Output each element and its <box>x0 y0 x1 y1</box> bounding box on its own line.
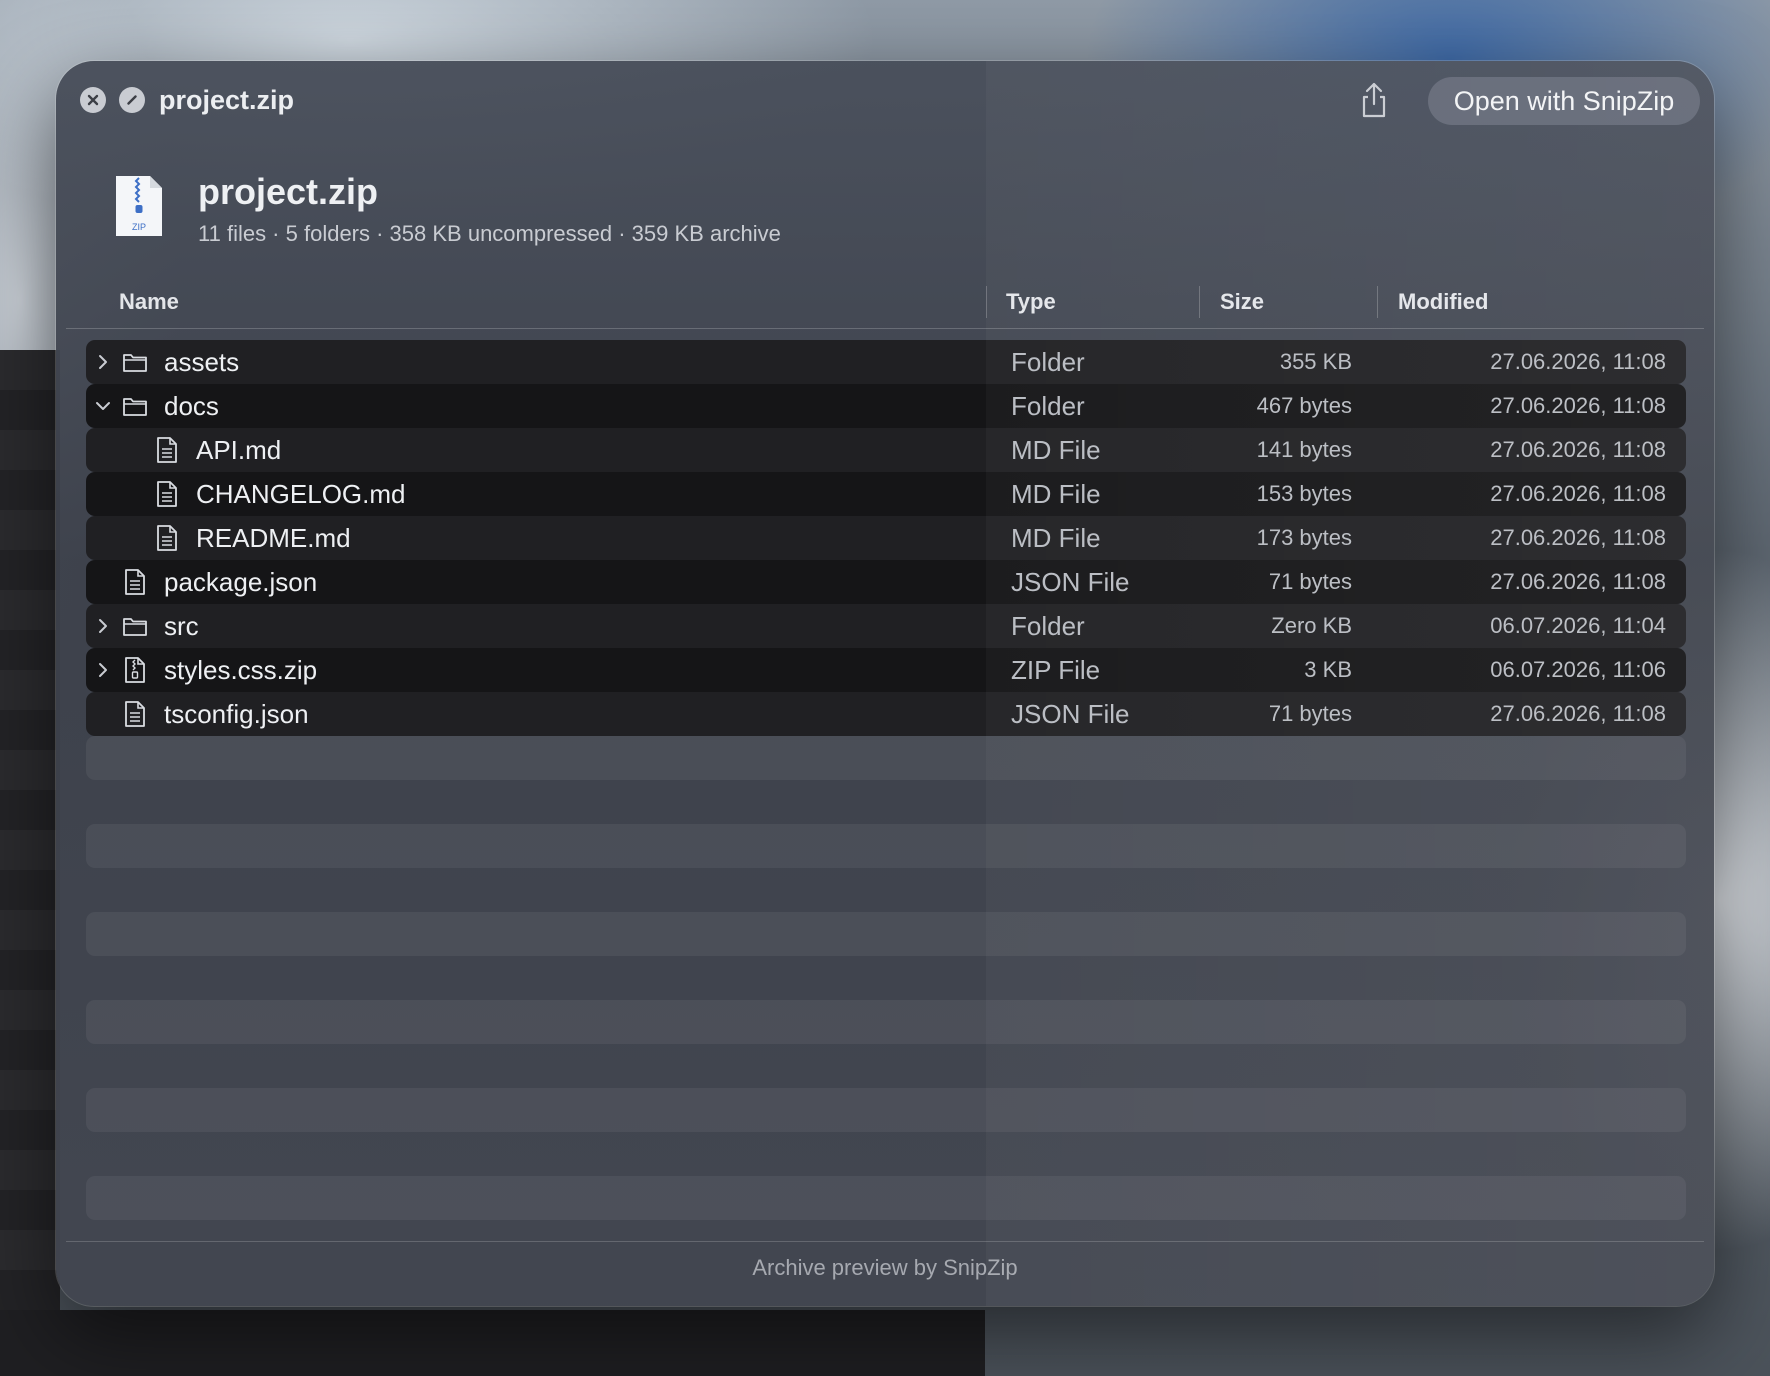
file-modified: 06.07.2026, 11:04 <box>1490 613 1666 638</box>
file-type: MD File <box>1011 523 1101 553</box>
file-size: 173 bytes <box>1256 525 1352 550</box>
close-icon <box>87 94 99 106</box>
footer-divider <box>66 1241 1704 1242</box>
file-name: tsconfig.json <box>164 699 309 729</box>
file-type: JSON File <box>1011 699 1130 729</box>
file-row[interactable]: README.md MD File 173 bytes 27.06.2026, 11:… <box>86 516 1686 560</box>
file-list: assets Folder 355 KB 27.06.2026, 11:08 docs F… <box>86 340 1686 1220</box>
column-separator <box>1377 286 1378 318</box>
file-size: 467 bytes <box>1256 393 1352 418</box>
file-modified: 27.06.2026, 11:08 <box>1490 525 1666 550</box>
file-modified: 27.06.2026, 11:08 <box>1490 437 1666 462</box>
file-row[interactable]: API.md MD File 141 bytes 27.06.2026, 11:08 <box>86 428 1686 472</box>
footer-credit: Archive preview by SnipZip <box>752 1255 1018 1280</box>
column-header-size[interactable]: Size <box>1220 286 1264 318</box>
file-type: MD File <box>1011 479 1101 509</box>
column-separator <box>1199 286 1200 318</box>
background-app-panel <box>0 1310 985 1376</box>
header-divider <box>66 328 1704 329</box>
quicklook-window: project.zip Open with SnipZip ZIP projec… <box>56 61 1714 1306</box>
zip-archive-icon: ZIP <box>116 176 162 236</box>
empty-row <box>86 1132 1686 1176</box>
chevron-right-icon[interactable] <box>94 353 112 371</box>
file-modified: 06.07.2026, 11:06 <box>1490 657 1666 682</box>
file-type: Folder <box>1011 391 1085 421</box>
document-icon <box>122 700 148 728</box>
file-size: 355 KB <box>1279 349 1352 374</box>
document-icon <box>154 524 180 552</box>
file-type: Folder <box>1011 347 1085 377</box>
archive-summary: 11 files · 5 folders · 358 KB uncompress… <box>198 221 781 246</box>
file-row[interactable]: styles.css.zip ZIP File 3 KB 06.07.2026, 11… <box>86 648 1686 692</box>
zip-file-icon <box>122 656 148 684</box>
file-modified: 27.06.2026, 11:08 <box>1490 569 1666 594</box>
file-size: Zero KB <box>1271 613 1352 638</box>
file-name: assets <box>164 347 240 377</box>
empty-row <box>86 1088 1686 1132</box>
file-name: docs <box>164 391 219 421</box>
document-icon <box>154 480 180 508</box>
file-name: API.md <box>196 435 282 465</box>
file-row[interactable]: tsconfig.json JSON File 71 bytes 27.06.2026… <box>86 692 1686 736</box>
file-name: src <box>164 611 199 641</box>
empty-row <box>86 824 1686 868</box>
file-row[interactable]: src Folder Zero KB 06.07.2026, 11:04 <box>86 604 1686 648</box>
file-row[interactable]: package.json JSON File 71 bytes 27.06.2026,… <box>86 560 1686 604</box>
file-type: Folder <box>1011 611 1085 641</box>
file-type: JSON File <box>1011 567 1130 597</box>
column-header-modified[interactable]: Modified <box>1398 286 1488 318</box>
empty-row <box>86 736 1686 780</box>
file-size: 71 bytes <box>1268 701 1352 726</box>
file-type: MD File <box>1011 435 1101 465</box>
file-name: package.json <box>164 567 318 597</box>
file-modified: 27.06.2026, 11:08 <box>1490 481 1666 506</box>
empty-row <box>86 1176 1686 1220</box>
empty-row <box>86 780 1686 824</box>
document-icon <box>122 568 148 596</box>
column-separator <box>986 286 987 318</box>
file-row[interactable]: CHANGELOG.md MD File 153 bytes 27.06.2026, … <box>86 472 1686 516</box>
file-modified: 27.06.2026, 11:08 <box>1490 701 1666 726</box>
close-button[interactable] <box>80 87 106 113</box>
archive-name: project.zip <box>198 171 379 212</box>
folder-icon <box>122 348 148 376</box>
window-title: project.zip <box>159 85 295 115</box>
folder-icon <box>122 612 148 640</box>
file-name: styles.css.zip <box>164 655 318 685</box>
column-header-name[interactable]: Name <box>119 286 179 318</box>
file-modified: 27.06.2026, 11:08 <box>1490 393 1666 418</box>
background-app-sidebar <box>0 350 60 1376</box>
open-with-snipzip-button[interactable]: Open with SnipZip <box>1428 77 1700 125</box>
disable-button[interactable] <box>119 87 145 113</box>
empty-row <box>86 912 1686 956</box>
document-icon <box>154 436 180 464</box>
file-type: ZIP File <box>1011 655 1101 685</box>
file-row[interactable]: docs Folder 467 bytes 27.06.2026, 11:08 <box>86 384 1686 428</box>
slash-icon <box>127 95 137 105</box>
zip-icon-label: ZIP <box>132 222 146 232</box>
file-row[interactable]: assets Folder 355 KB 27.06.2026, 11:08 <box>86 340 1686 384</box>
share-icon[interactable] <box>1356 80 1392 120</box>
chevron-right-icon[interactable] <box>94 617 112 635</box>
empty-row <box>86 1044 1686 1088</box>
file-name: CHANGELOG.md <box>196 479 406 509</box>
file-size: 3 KB <box>1304 657 1352 682</box>
file-size: 71 bytes <box>1268 569 1352 594</box>
file-name: README.md <box>196 523 351 553</box>
file-size: 153 bytes <box>1256 481 1352 506</box>
file-modified: 27.06.2026, 11:08 <box>1490 349 1666 374</box>
folder-icon <box>122 392 148 420</box>
column-header-type[interactable]: Type <box>1006 286 1056 318</box>
empty-row <box>86 956 1686 1000</box>
chevron-down-icon[interactable] <box>94 397 112 415</box>
empty-row <box>86 868 1686 912</box>
empty-row <box>86 1000 1686 1044</box>
chevron-right-icon[interactable] <box>94 661 112 679</box>
file-size: 141 bytes <box>1256 437 1352 462</box>
